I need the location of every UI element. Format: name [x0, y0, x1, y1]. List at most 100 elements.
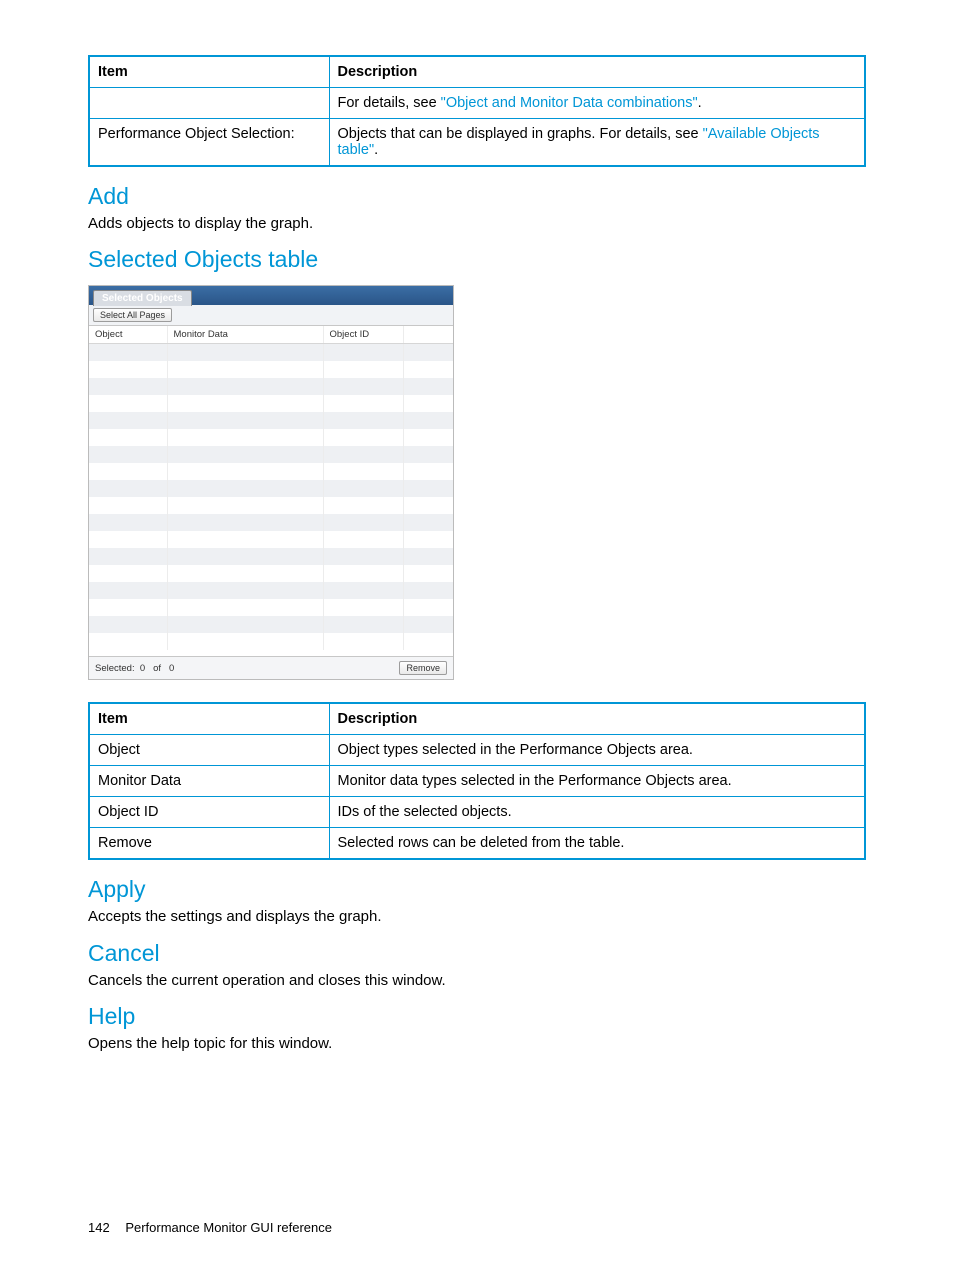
grid-cell	[89, 361, 167, 378]
grid-cell	[167, 599, 323, 616]
grid-cell	[403, 565, 453, 582]
tab-label: Selected Objects	[102, 293, 183, 304]
select-all-pages-button[interactable]: Select All Pages	[93, 308, 172, 322]
grid-row[interactable]	[89, 429, 453, 446]
grid-cell	[403, 514, 453, 531]
grid-cell	[323, 361, 403, 378]
heading-apply: Apply	[88, 876, 866, 903]
grid-cell	[167, 633, 323, 650]
grid-col-monitor-data[interactable]: Monitor Data	[167, 326, 323, 344]
grid-cell	[403, 463, 453, 480]
grid-cell	[89, 582, 167, 599]
col-header-item: Item	[89, 703, 329, 735]
grid-row[interactable]	[89, 599, 453, 616]
text: .	[698, 95, 702, 111]
grid-cell	[89, 497, 167, 514]
page-number: 142	[88, 1220, 110, 1235]
cell-item: Performance Object Selection:	[89, 119, 329, 167]
text-help: Opens the help topic for this window.	[88, 1034, 866, 1054]
grid-row[interactable]	[89, 480, 453, 497]
grid-row[interactable]	[89, 548, 453, 565]
grid-cell	[323, 395, 403, 412]
heading-selected-objects-table: Selected Objects table	[88, 246, 866, 273]
grid-cell	[403, 599, 453, 616]
widget-tab-header: Selected Objects	[89, 286, 453, 305]
cell-item: Object	[89, 735, 329, 766]
definition-table-2: Item Description ObjectObject types sele…	[88, 702, 866, 860]
grid-cell	[89, 565, 167, 582]
table-row: For details, see "Object and Monitor Dat…	[89, 88, 865, 119]
grid-cell	[89, 599, 167, 616]
cell-desc: IDs of the selected objects.	[329, 797, 865, 828]
grid-row[interactable]	[89, 361, 453, 378]
grid-cell	[403, 344, 453, 361]
grid-cell	[167, 361, 323, 378]
grid-cell	[167, 429, 323, 446]
selected-num: 0	[140, 663, 145, 674]
grid-col-spacer	[403, 326, 453, 344]
grid-cell	[323, 412, 403, 429]
grid-col-object[interactable]: Object	[89, 326, 167, 344]
grid-row[interactable]	[89, 446, 453, 463]
grid-cell	[167, 497, 323, 514]
grid-cell	[323, 633, 403, 650]
grid-cell	[167, 463, 323, 480]
text: For details, see	[338, 95, 441, 111]
grid-col-object-id[interactable]: Object ID	[323, 326, 403, 344]
cell-item: Monitor Data	[89, 766, 329, 797]
grid-row[interactable]	[89, 565, 453, 582]
text-add: Adds objects to display the graph.	[88, 214, 866, 234]
grid-cell	[89, 548, 167, 565]
text-apply: Accepts the settings and displays the gr…	[88, 907, 866, 927]
selected-count: Selected: 0 of 0	[95, 663, 174, 674]
grid-cell	[167, 446, 323, 463]
remove-button[interactable]: Remove	[399, 661, 447, 675]
grid-row[interactable]	[89, 633, 453, 650]
grid-cell	[323, 344, 403, 361]
grid-row[interactable]	[89, 582, 453, 599]
table-row: Monitor DataMonitor data types selected …	[89, 766, 865, 797]
heading-help: Help	[88, 1003, 866, 1030]
grid-row[interactable]	[89, 395, 453, 412]
grid-cell	[167, 548, 323, 565]
heading-add: Add	[88, 183, 866, 210]
cell-desc: Object types selected in the Performance…	[329, 735, 865, 766]
grid-cell	[167, 531, 323, 548]
grid-cell	[89, 463, 167, 480]
grid-cell	[167, 616, 323, 633]
grid-row[interactable]	[89, 412, 453, 429]
table-row: ObjectObject types selected in the Perfo…	[89, 735, 865, 766]
grid-cell	[403, 548, 453, 565]
grid-row[interactable]	[89, 497, 453, 514]
grid-cell	[403, 446, 453, 463]
tab-selected-objects[interactable]: Selected Objects	[93, 290, 192, 306]
grid-cell	[89, 395, 167, 412]
grid-cell	[323, 565, 403, 582]
grid-cell	[403, 633, 453, 650]
grid-cell	[403, 361, 453, 378]
grid-cell	[89, 446, 167, 463]
grid-cell	[167, 565, 323, 582]
link-object-monitor-combinations[interactable]: "Object and Monitor Data combinations"	[441, 95, 698, 111]
col-header-description: Description	[329, 703, 865, 735]
grid-cell	[323, 463, 403, 480]
heading-cancel: Cancel	[88, 940, 866, 967]
col-header-description: Description	[329, 56, 865, 88]
grid-row[interactable]	[89, 344, 453, 361]
grid-row[interactable]	[89, 514, 453, 531]
grid-cell	[323, 599, 403, 616]
widget-toolbar: Select All Pages	[89, 305, 453, 326]
col-header-item: Item	[89, 56, 329, 88]
table-row: RemoveSelected rows can be deleted from …	[89, 828, 865, 860]
table-row: Performance Object Selection: Objects th…	[89, 119, 865, 167]
grid-row[interactable]	[89, 531, 453, 548]
grid-cell	[403, 429, 453, 446]
grid-cell	[167, 344, 323, 361]
table-row: Object IDIDs of the selected objects.	[89, 797, 865, 828]
grid-row[interactable]	[89, 378, 453, 395]
grid-cell	[89, 531, 167, 548]
grid: Object Monitor Data Object ID	[89, 326, 453, 656]
grid-row[interactable]	[89, 616, 453, 633]
grid-row[interactable]	[89, 463, 453, 480]
grid-cell	[89, 633, 167, 650]
